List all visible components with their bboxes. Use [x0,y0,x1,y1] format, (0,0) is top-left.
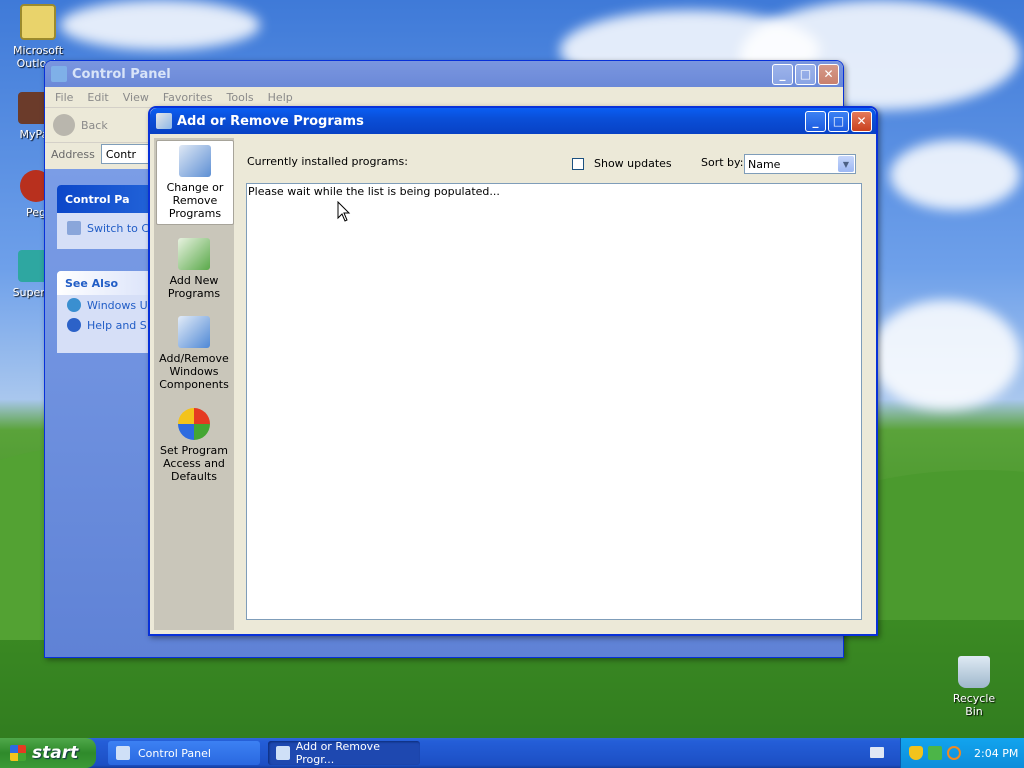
back-button[interactable]: Back [81,119,108,132]
switch-view-icon [67,221,81,235]
clock: 2:04 PM [974,746,1019,760]
address-label: Address [51,147,95,161]
taskbar-item-control-panel[interactable]: Control Panel [108,741,260,765]
arp-sidebar: Change or Remove Programs Add New Progra… [154,138,234,630]
add-remove-programs-icon [156,113,172,129]
menu-bar: File Edit View Favorites Tools Help [45,87,843,108]
change-remove-programs-button[interactable]: Change or Remove Programs [156,140,234,225]
start-label: start [32,743,79,763]
installed-programs-list[interactable]: Please wait while the list is being popu… [246,183,862,620]
sort-by-value: Name [748,157,781,171]
sidebar-label: Add New Programs [167,274,221,300]
maximize-button[interactable]: □ [828,110,849,132]
panel-title-text: Control Pa [65,192,130,206]
add-remove-programs-window[interactable]: Add or Remove Programs _ □ ✕ Change or R… [148,106,878,636]
set-program-access-button[interactable]: Set Program Access and Defaults [156,408,232,483]
control-panel-icon [116,746,130,760]
start-button[interactable]: start [0,738,96,768]
sidebar-label: Set Program Access and Defaults [160,444,228,483]
add-new-programs-button[interactable]: Add New Programs [156,238,232,300]
see-also-link-label: Help and S [87,318,147,332]
desktop-icon-label: Peg [26,206,46,219]
sort-by-label: Sort by: [701,156,744,169]
menu-file[interactable]: File [55,91,73,104]
sidebar-label: Change or Remove Programs [166,181,224,220]
windows-logo-icon [10,745,26,761]
arp-titlebar[interactable]: Add or Remove Programs _ □ ✕ [150,108,876,134]
taskbar-item-add-remove-programs[interactable]: Add or Remove Progr... [268,740,420,766]
arp-main-panel: Currently installed programs: Show updat… [236,138,872,630]
close-button[interactable]: ✕ [851,110,872,132]
show-updates-label: Show updates [594,157,672,170]
keyboard-icon[interactable] [870,747,884,758]
add-new-programs-icon [178,238,210,270]
menu-help[interactable]: Help [268,91,293,104]
menu-view[interactable]: View [123,91,149,104]
address-value: Contr [105,147,137,161]
control-panel-icon [51,66,67,82]
taskbar: start Control Panel Add or Remove Progr.… [0,738,1024,768]
mouse-cursor-icon [337,201,351,222]
switch-view-label: Switch to C [87,221,150,235]
change-remove-icon [179,145,211,177]
globe-icon [67,298,81,312]
desktop-icon-label: Recycle Bin [952,692,996,718]
taskbar-item-label: Control Panel [138,746,211,760]
sidebar-label: Add/Remove Windows Components [159,352,229,391]
system-tray: 2:04 PM [900,738,1024,768]
add-remove-windows-components-button[interactable]: Add/Remove Windows Components [156,316,232,391]
sort-by-select[interactable]: Name ▼ [744,154,856,174]
maximize-button[interactable]: □ [795,63,816,85]
window-title: Control Panel [72,66,171,82]
recycle-bin-icon [958,656,990,688]
security-shield-icon[interactable] [909,746,923,760]
minimize-button[interactable]: _ [805,110,826,132]
add-remove-programs-icon [276,746,290,760]
chevron-down-icon[interactable]: ▼ [838,156,854,172]
see-also-title: See Also [65,276,119,290]
menu-tools[interactable]: Tools [227,91,254,104]
installed-programs-label: Currently installed programs: [247,155,408,168]
minimize-button[interactable]: _ [772,63,793,85]
window-title: Add or Remove Programs [177,113,364,129]
show-updates-option[interactable]: Show updates [572,157,672,170]
see-also-link-label: Windows U [87,298,148,312]
outlook-icon [20,4,56,40]
network-icon[interactable] [928,746,942,760]
list-status-text: Please wait while the list is being popu… [248,185,500,198]
desktop-icon-recycle-bin[interactable]: Recycle Bin [944,656,1004,718]
menu-favorites[interactable]: Favorites [163,91,213,104]
close-button[interactable]: ✕ [818,63,839,85]
show-updates-checkbox[interactable] [572,157,584,170]
search-icon[interactable] [947,746,961,760]
help-icon [67,318,81,332]
windows-components-icon [178,316,210,348]
control-panel-titlebar[interactable]: Control Panel _ □ ✕ [45,61,843,87]
taskbar-item-label: Add or Remove Progr... [295,740,380,766]
menu-edit[interactable]: Edit [87,91,108,104]
program-access-icon [178,408,210,440]
back-arrow-icon [53,114,75,136]
